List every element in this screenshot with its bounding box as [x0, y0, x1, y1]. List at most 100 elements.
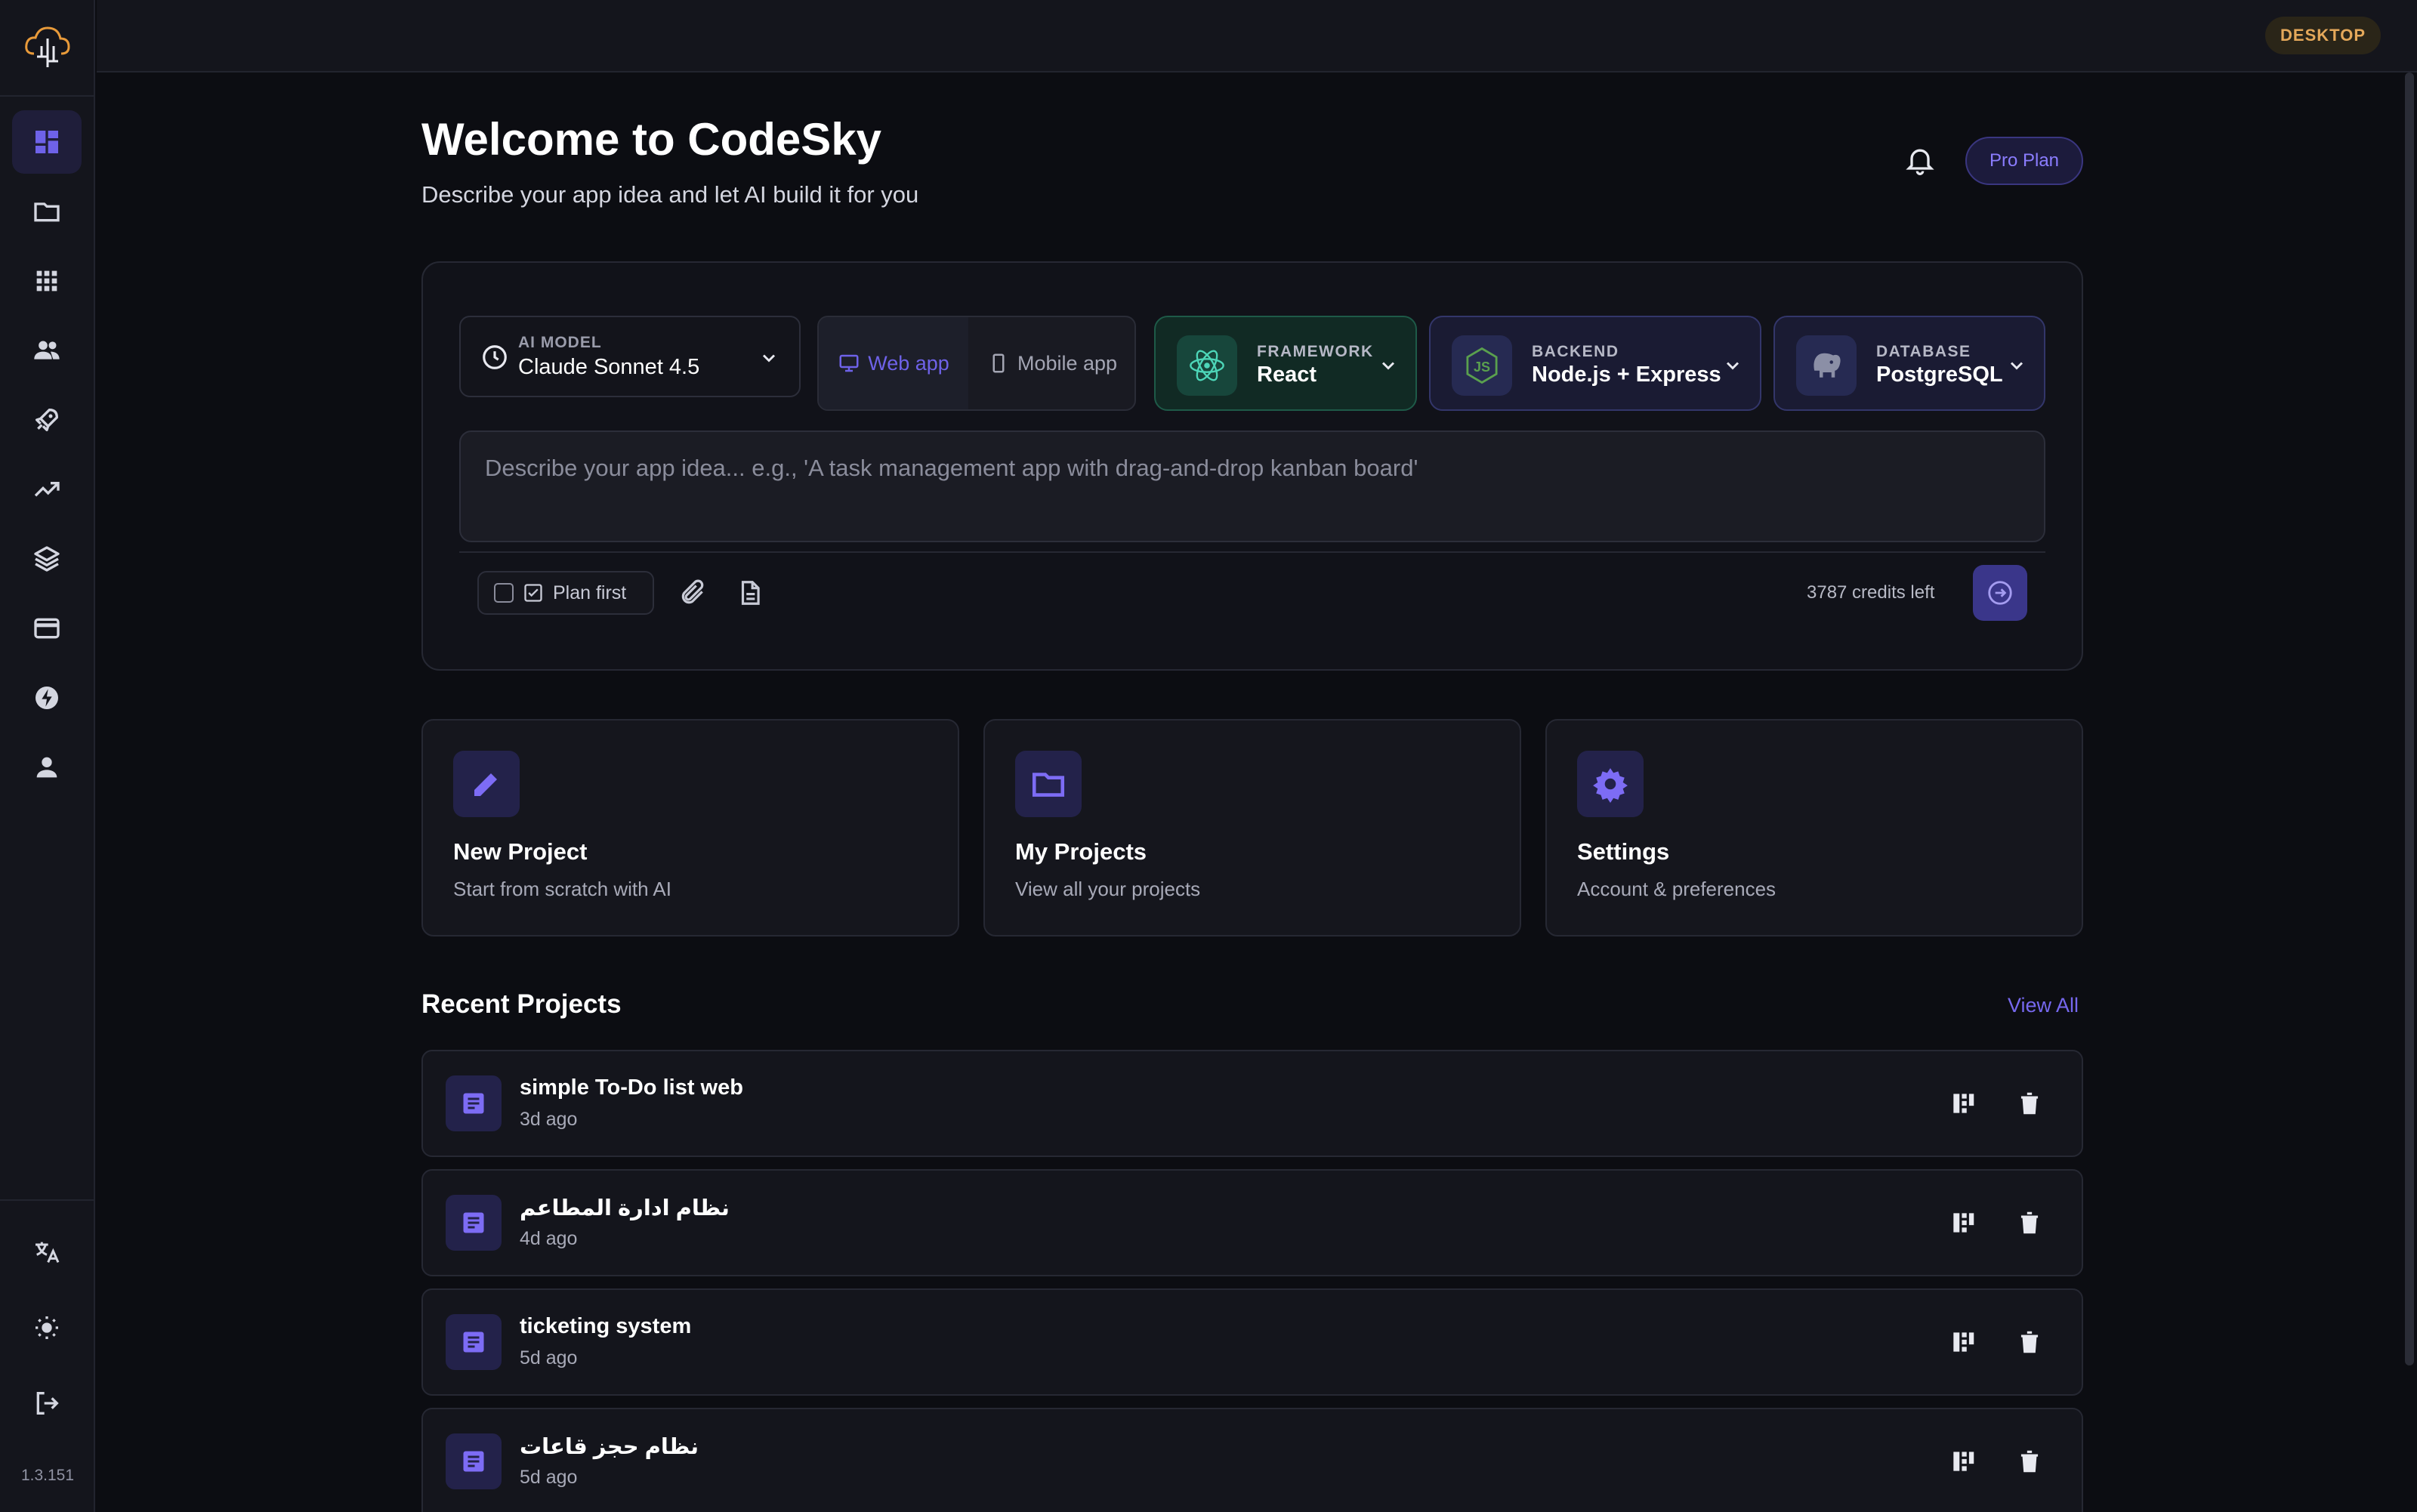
- app-version: 1.3.151: [20, 1467, 75, 1484]
- sidebar-item-theme[interactable]: [12, 1296, 82, 1359]
- document-icon[interactable]: [736, 579, 764, 607]
- folder-icon: [34, 202, 60, 222]
- plan-first-label: Plan first: [553, 582, 627, 603]
- project-time: 4d ago: [520, 1228, 578, 1249]
- framework-caption: FRAMEWORK: [1257, 343, 1374, 360]
- project-row[interactable]: ticketing system 5d ago: [421, 1288, 2083, 1396]
- project-name: ticketing system: [520, 1314, 692, 1338]
- monitor-icon: [839, 354, 859, 372]
- chevron-down-icon: [2010, 362, 2023, 370]
- bell-icon[interactable]: [1903, 143, 1937, 177]
- pencil-icon: [453, 751, 520, 817]
- card-description: Account & preferences: [1577, 878, 1776, 900]
- attach-icon[interactable]: [678, 579, 707, 607]
- page-subtitle: Describe your app idea and let AI build …: [421, 181, 919, 208]
- settings-card[interactable]: Settings Account & preferences: [1545, 719, 2083, 937]
- postgresql-icon: [1796, 335, 1857, 396]
- translate-icon: [35, 1242, 60, 1263]
- app-logo[interactable]: [0, 0, 95, 97]
- kanban-icon[interactable]: [1949, 1447, 1977, 1476]
- trash-icon[interactable]: [2015, 1208, 2044, 1237]
- kanban-icon[interactable]: [1949, 1208, 1977, 1237]
- project-time: 5d ago: [520, 1347, 578, 1369]
- project-row[interactable]: نظام ادارة المطاعم 4d ago: [421, 1169, 2083, 1276]
- sidebar-item-dashboard[interactable]: [12, 110, 82, 174]
- sidebar-item-billing[interactable]: [12, 597, 82, 660]
- card-description: View all your projects: [1015, 878, 1201, 900]
- topbar: DESKTOP: [97, 0, 2417, 73]
- sidebar-item-logout[interactable]: [12, 1372, 82, 1435]
- ai-model-value: Claude Sonnet 4.5: [518, 355, 700, 379]
- backend-select[interactable]: JS BACKEND Node.js + Express: [1429, 316, 1761, 411]
- card-description: Start from scratch with AI: [453, 878, 671, 900]
- web-app-option[interactable]: Web app: [819, 317, 968, 409]
- card-title: My Projects: [1015, 838, 1147, 865]
- composer-divider: [459, 551, 2045, 553]
- sidebar-item-team[interactable]: [12, 319, 82, 382]
- framework-value: React: [1257, 363, 1317, 387]
- backend-caption: BACKEND: [1532, 343, 1619, 360]
- pro-plan-badge[interactable]: Pro Plan: [1965, 137, 2083, 185]
- my-projects-card[interactable]: My Projects View all your projects: [983, 719, 1521, 937]
- sidebar-item-integrations[interactable]: [12, 666, 82, 730]
- project-icon: [446, 1314, 502, 1370]
- cloud-logo-icon: [25, 26, 70, 67]
- trending-icon: [34, 482, 60, 497]
- arrow-right-circle-icon: [1988, 581, 2012, 605]
- send-button[interactable]: [1973, 565, 2027, 621]
- smartphone-icon: [992, 353, 1005, 373]
- database-value: PostgreSQL: [1876, 363, 2003, 387]
- project-icon: [446, 1075, 502, 1131]
- layers-icon: [34, 546, 60, 572]
- sidebar-item-deploy[interactable]: [12, 388, 82, 452]
- project-time: 3d ago: [520, 1109, 578, 1130]
- sidebar-item-templates[interactable]: [12, 527, 82, 591]
- folder-icon: [1015, 751, 1082, 817]
- database-caption: DATABASE: [1876, 343, 1971, 360]
- new-project-card[interactable]: New Project Start from scratch with AI: [421, 719, 959, 937]
- project-row[interactable]: نظام حجز قاعات 5d ago: [421, 1408, 2083, 1512]
- users-icon: [34, 341, 60, 359]
- view-all-link[interactable]: View All: [2008, 994, 2079, 1017]
- scrollbar[interactable]: [2405, 73, 2414, 1365]
- recent-projects-title: Recent Projects: [421, 989, 622, 1019]
- ai-model-select[interactable]: AI MODEL Claude Sonnet 4.5: [459, 316, 801, 397]
- kanban-icon[interactable]: [1949, 1089, 1977, 1118]
- dashboard-icon: [35, 131, 58, 153]
- app-type-toggle: Web app Mobile app: [817, 316, 1136, 411]
- project-icon: [446, 1195, 502, 1251]
- project-name: نظام حجز قاعات: [520, 1435, 699, 1459]
- plan-first-toggle[interactable]: Plan first: [477, 571, 654, 615]
- kanban-icon[interactable]: [1949, 1328, 1977, 1356]
- database-select[interactable]: DATABASE PostgreSQL: [1773, 316, 2045, 411]
- mobile-app-option[interactable]: Mobile app: [968, 317, 1134, 409]
- credit-card-icon: [34, 618, 60, 639]
- trash-icon[interactable]: [2015, 1328, 2044, 1356]
- web-app-label: Web app: [868, 351, 949, 375]
- project-row[interactable]: simple To-Do list web 3d ago: [421, 1050, 2083, 1157]
- trash-icon[interactable]: [2015, 1447, 2044, 1476]
- chevron-down-icon: [1726, 362, 1739, 370]
- sidebar-item-language[interactable]: [12, 1220, 82, 1284]
- sidebar-item-analytics[interactable]: [12, 458, 82, 521]
- framework-select[interactable]: FRAMEWORK React: [1154, 316, 1417, 411]
- rocket-icon: [35, 409, 59, 431]
- sun-icon: [35, 1316, 58, 1339]
- ai-model-caption: AI MODEL: [518, 334, 602, 351]
- project-name: نظام ادارة المطاعم: [520, 1196, 730, 1220]
- clock-icon: [483, 345, 507, 369]
- checkbox[interactable]: [494, 583, 514, 603]
- app-idea-input[interactable]: [461, 432, 2044, 541]
- bolt-icon: [35, 687, 58, 709]
- card-title: New Project: [453, 838, 588, 865]
- sidebar-item-apps[interactable]: [12, 249, 82, 313]
- prompt-box: [459, 430, 2045, 542]
- sidebar-item-projects[interactable]: [12, 180, 82, 243]
- sidebar-item-profile[interactable]: [12, 736, 82, 799]
- page-title: Welcome to CodeSky: [421, 114, 882, 165]
- trash-icon[interactable]: [2015, 1089, 2044, 1118]
- sidebar: 1.3.151: [0, 0, 95, 1512]
- react-icon: [1177, 335, 1237, 396]
- chevron-down-icon: [1381, 362, 1395, 370]
- project-icon: [446, 1433, 502, 1489]
